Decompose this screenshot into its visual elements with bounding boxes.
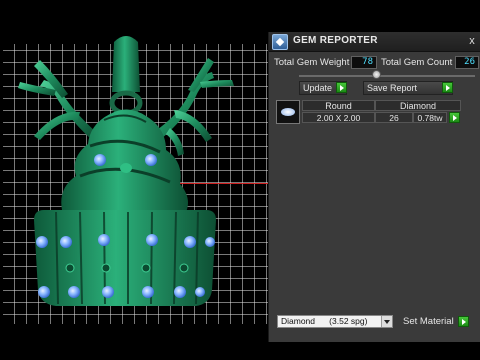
total-gem-weight-value: 78 [351,56,377,69]
update-go-icon[interactable] [336,82,347,93]
gem-reporter-app-icon [272,34,288,50]
slider-track[interactable] [299,75,475,77]
gem-eye-left [94,154,106,166]
column-header-shape: Round [302,100,375,111]
panel-titlebar[interactable]: GEM REPORTER x [269,32,480,52]
close-button[interactable]: x [466,34,478,48]
3d-viewport[interactable] [0,0,268,360]
set-material-label[interactable]: Set Material [403,316,454,327]
right-antler [154,58,234,156]
save-report-go-icon[interactable] [442,82,453,93]
cupcake-pendant-model[interactable] [0,0,268,360]
material-dropdown-value: Diamond (3.52 spg) [281,316,368,326]
total-gem-count-value: 26 [455,56,479,69]
panel-title: GEM REPORTER [293,35,378,46]
row-count-cell[interactable]: 26 [375,112,413,123]
chevron-down-icon[interactable] [381,316,392,327]
save-report-button-label: Save Report [367,83,418,93]
column-header-material: Diamond [375,100,461,111]
gem-reporter-panel: GEM REPORTER x Total Gem Weight 78 Total… [268,32,480,360]
row-size-cell[interactable]: 2.00 X 2.00 [302,112,375,123]
total-gem-count-label: Total Gem Count [381,57,453,68]
material-dropdown[interactable]: Diamond (3.52 spg) [277,315,393,328]
row-weight-cell[interactable]: 0.78tw [413,112,447,123]
bail [112,36,140,92]
gem-eye-right [145,154,157,166]
save-report-button[interactable]: Save Report [363,81,453,95]
round-gem-thumbnail-icon[interactable] [276,100,300,124]
total-gem-weight-label: Total Gem Weight [274,57,350,68]
set-material-go-icon[interactable] [458,316,469,327]
panel-bottom-bar [269,342,480,360]
cupcake-liner [34,210,216,306]
update-button-label: Update [303,83,333,93]
left-antler [18,60,96,140]
row-go-icon[interactable] [449,112,460,123]
slider-knob[interactable] [372,70,381,79]
gem-table: Round Diamond 2.00 X 2.00 26 0.78tw [275,100,475,124]
